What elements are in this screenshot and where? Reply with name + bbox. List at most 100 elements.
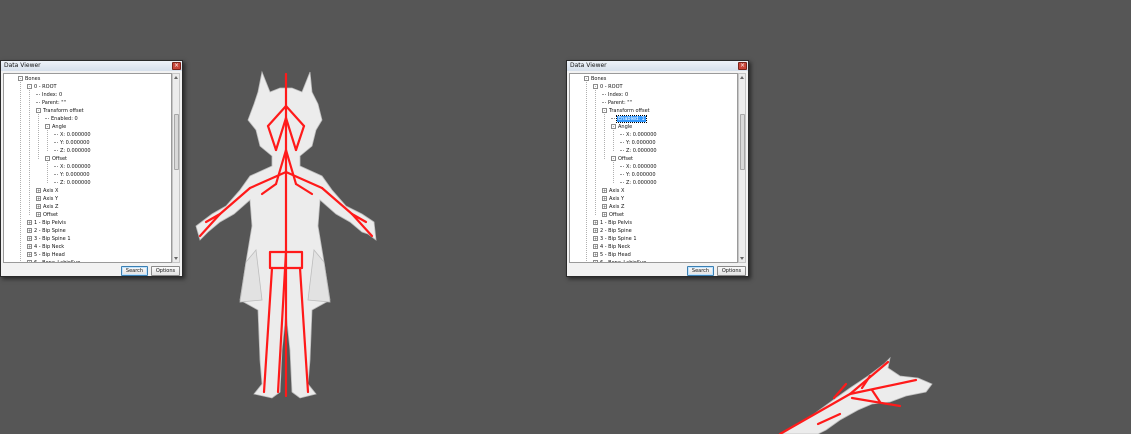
tree-node[interactable]: - Angle xyxy=(45,123,66,131)
data-viewer-window-right[interactable]: Data Viewer × - Bones -0 - ROOT Index: 0 Par… xyxy=(566,60,749,277)
search-button[interactable]: Search xyxy=(687,266,714,276)
tree-node[interactable]: + Axis Z xyxy=(602,203,624,211)
collapse-toggle-icon[interactable]: - xyxy=(584,76,589,81)
tree-node[interactable]: +6 - Bone_LabioSup xyxy=(593,259,646,262)
tree-node[interactable]: Index: 0 xyxy=(36,91,62,99)
expand-toggle-icon[interactable]: + xyxy=(602,188,607,193)
tree-node[interactable]: Z: 0.000000 xyxy=(620,179,657,187)
expand-toggle-icon[interactable]: + xyxy=(593,244,598,249)
tree-node[interactable]: Enabled: 0 xyxy=(45,115,78,123)
tree-node[interactable]: X: 0.000000 xyxy=(620,163,657,171)
scroll-down-arrow-icon[interactable] xyxy=(174,257,178,260)
collapse-toggle-icon[interactable]: - xyxy=(602,108,607,113)
tree-node[interactable]: - Angle xyxy=(611,123,632,131)
data-viewer-window-left[interactable]: Data Viewer × - Bones -0 - ROOT Index: 0 Par… xyxy=(0,60,183,277)
tree-node[interactable]: +4 - Bip Neck xyxy=(593,243,630,251)
tree-node[interactable]: +6 - Bone_LabioSup xyxy=(27,259,80,262)
tree-node[interactable]: + Axis X xyxy=(36,187,58,195)
tree-node[interactable]: Y: 0.000000 xyxy=(54,171,90,179)
search-button[interactable]: Search xyxy=(121,266,148,276)
collapse-toggle-icon[interactable]: - xyxy=(27,84,32,89)
expand-toggle-icon[interactable]: + xyxy=(27,220,32,225)
tree-node[interactable]: Y: 0.000000 xyxy=(620,139,656,147)
expand-toggle-icon[interactable]: + xyxy=(593,260,598,262)
expand-toggle-icon[interactable]: + xyxy=(602,196,607,201)
tree-node[interactable]: +3 - Bip Spine 1 xyxy=(593,235,637,243)
collapse-toggle-icon[interactable]: - xyxy=(45,156,50,161)
expand-toggle-icon[interactable]: + xyxy=(36,212,41,217)
scroll-up-arrow-icon[interactable] xyxy=(174,76,178,79)
tree-node[interactable]: + Axis Z xyxy=(36,203,58,211)
close-icon[interactable]: × xyxy=(172,62,181,70)
expand-toggle-icon[interactable]: + xyxy=(602,204,607,209)
tree-node[interactable]: - Offset xyxy=(45,155,67,163)
expand-toggle-icon[interactable]: + xyxy=(593,220,598,225)
expand-toggle-icon[interactable]: + xyxy=(593,228,598,233)
tree-node[interactable]: +3 - Bip Spine 1 xyxy=(27,235,71,243)
tree-node[interactable]: X: 0.000000 xyxy=(54,163,91,171)
expand-toggle-icon[interactable]: + xyxy=(36,196,41,201)
expand-toggle-icon[interactable]: + xyxy=(36,204,41,209)
tree-node-label: 4 - Bip Neck xyxy=(600,244,631,250)
close-icon[interactable]: × xyxy=(738,62,747,70)
tree-node[interactable]: Parent: "" xyxy=(602,99,632,107)
expand-toggle-icon[interactable]: + xyxy=(27,252,32,257)
options-button[interactable]: Options xyxy=(717,266,746,276)
tree-node[interactable]: Y: 0.000000 xyxy=(620,171,656,179)
tree-node[interactable]: Y: 0.000000 xyxy=(54,139,90,147)
vertical-scrollbar[interactable] xyxy=(172,73,180,263)
expand-toggle-icon[interactable]: + xyxy=(593,252,598,257)
scroll-down-arrow-icon[interactable] xyxy=(740,257,744,260)
tree-node[interactable]: - Bones xyxy=(584,75,606,83)
tree-node[interactable]: -0 - ROOT xyxy=(27,83,57,91)
expand-toggle-icon[interactable]: + xyxy=(36,188,41,193)
collapse-toggle-icon[interactable]: - xyxy=(611,156,616,161)
tree-node[interactable]: Index: 0 xyxy=(602,91,628,99)
expand-toggle-icon[interactable]: + xyxy=(27,260,32,262)
bones-tree-view[interactable]: - Bones -0 - ROOT Index: 0 Parent: "" - Transf… xyxy=(3,73,172,263)
window-title-bar[interactable]: Data Viewer xyxy=(567,61,748,71)
tree-node[interactable]: + Axis X xyxy=(602,187,624,195)
collapse-toggle-icon[interactable]: - xyxy=(611,124,616,129)
tree-guide-line xyxy=(47,130,48,151)
expand-toggle-icon[interactable]: + xyxy=(593,236,598,241)
tree-node[interactable]: - Transform offset xyxy=(602,107,650,115)
tree-node[interactable]: + Offset xyxy=(36,211,58,219)
window-title-bar[interactable]: Data Viewer xyxy=(1,61,182,71)
tree-node[interactable]: Z: 0.000000 xyxy=(54,147,91,155)
tree-node[interactable]: - Transform offset xyxy=(36,107,84,115)
tree-node[interactable]: X: 0.000000 xyxy=(54,131,91,139)
tree-node[interactable]: +1 - Bip Pelvis xyxy=(593,219,632,227)
scrollbar-thumb[interactable] xyxy=(174,114,179,170)
tree-node[interactable]: - Bones xyxy=(18,75,40,83)
tree-node[interactable]: + Axis Y xyxy=(36,195,58,203)
tree-node[interactable]: Enabled: 1 xyxy=(611,115,647,123)
vertical-scrollbar[interactable] xyxy=(738,73,746,263)
expand-toggle-icon[interactable]: + xyxy=(27,244,32,249)
collapse-toggle-icon[interactable]: - xyxy=(593,84,598,89)
scroll-up-arrow-icon[interactable] xyxy=(740,76,744,79)
collapse-toggle-icon[interactable]: - xyxy=(36,108,41,113)
tree-node[interactable]: -0 - ROOT xyxy=(593,83,623,91)
tree-node[interactable]: Parent: "" xyxy=(36,99,66,107)
expand-toggle-icon[interactable]: + xyxy=(27,228,32,233)
collapse-toggle-icon[interactable]: - xyxy=(18,76,23,81)
tree-node[interactable]: +4 - Bip Neck xyxy=(27,243,64,251)
tree-node[interactable]: +1 - Bip Pelvis xyxy=(27,219,66,227)
expand-toggle-icon[interactable]: + xyxy=(27,236,32,241)
collapse-toggle-icon[interactable]: - xyxy=(45,124,50,129)
tree-node[interactable]: Z: 0.000000 xyxy=(54,179,91,187)
tree-node[interactable]: - Offset xyxy=(611,155,633,163)
options-button[interactable]: Options xyxy=(151,266,180,276)
expand-toggle-icon[interactable]: + xyxy=(602,212,607,217)
tree-node[interactable]: +5 - Bip Head xyxy=(593,251,631,259)
tree-node[interactable]: +2 - Bip Spine xyxy=(593,227,632,235)
tree-node[interactable]: +2 - Bip Spine xyxy=(27,227,66,235)
tree-node[interactable]: + Offset xyxy=(602,211,624,219)
tree-node[interactable]: +5 - Bip Head xyxy=(27,251,65,259)
tree-node[interactable]: Z: 0.000000 xyxy=(620,147,657,155)
tree-node[interactable]: + Axis Y xyxy=(602,195,624,203)
scrollbar-thumb[interactable] xyxy=(740,114,745,170)
tree-node[interactable]: X: 0.000000 xyxy=(620,131,657,139)
bones-tree-view[interactable]: - Bones -0 - ROOT Index: 0 Parent: "" - Transf… xyxy=(569,73,738,263)
